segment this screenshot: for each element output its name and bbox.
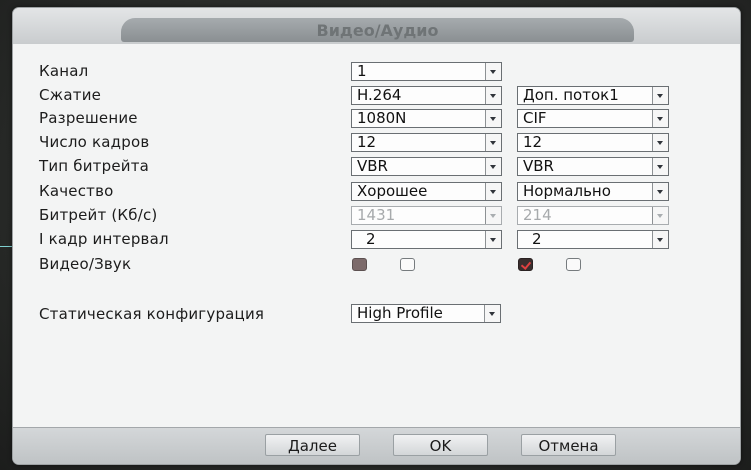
- static-config-value: High Profile: [357, 304, 443, 322]
- chevron-down-icon[interactable]: [485, 158, 501, 175]
- frame-rate-extra-value: 12: [523, 133, 543, 151]
- bitrate-extra-value: 214: [523, 206, 552, 224]
- bitrate-extra-select: 214: [517, 206, 669, 225]
- static-config-select[interactable]: High Profile: [351, 304, 501, 323]
- resolution-extra-value: CIF: [523, 109, 547, 127]
- quality-main-select[interactable]: Хорошее: [351, 182, 502, 201]
- bitrate-type-extra-value: VBR: [523, 157, 554, 175]
- screen: Видео/Аудио Канал 1 Сжатие H.264 Доп. по…: [0, 0, 751, 470]
- iframe-interval-label: I кадр интервал: [39, 230, 169, 248]
- compression-extra-value: Доп. поток1: [523, 86, 619, 104]
- chevron-down-icon[interactable]: [652, 134, 668, 151]
- bitrate-main-value: 1431: [357, 206, 396, 224]
- bitrate-type-label: Тип битрейта: [39, 157, 150, 175]
- chevron-down-icon[interactable]: [485, 110, 501, 127]
- cancel-button[interactable]: Отмена: [521, 434, 616, 456]
- dialog-title: Видео/Аудио: [316, 21, 439, 40]
- video-audio-dialog: Видео/Аудио Канал 1 Сжатие H.264 Доп. по…: [12, 7, 741, 465]
- chevron-down-icon[interactable]: [485, 134, 501, 151]
- resolution-main-value: 1080N: [357, 109, 407, 127]
- dialog-title-tab: Видео/Аудио: [121, 18, 634, 42]
- channel-label: Канал: [39, 62, 89, 80]
- iframe-interval-main-select[interactable]: 2: [351, 230, 502, 249]
- chevron-down-icon[interactable]: [652, 158, 668, 175]
- dialog-titlebar: Видео/Аудио: [13, 8, 740, 44]
- channel-value: 1: [357, 62, 367, 80]
- compression-main-value: H.264: [357, 86, 402, 104]
- extra-video-checkbox[interactable]: [518, 258, 533, 271]
- bitrate-type-extra-select[interactable]: VBR: [517, 157, 669, 176]
- chevron-down-icon[interactable]: [652, 231, 668, 248]
- iframe-interval-extra-value: 2: [532, 230, 542, 248]
- chevron-down-icon: [485, 207, 501, 224]
- resolution-label: Разрешение: [39, 109, 138, 127]
- chevron-down-icon[interactable]: [485, 63, 501, 80]
- resolution-extra-select[interactable]: CIF: [517, 109, 669, 128]
- ok-button[interactable]: OK: [393, 434, 488, 456]
- iframe-interval-main-value: 2: [366, 230, 376, 248]
- bitrate-type-main-value: VBR: [357, 157, 388, 175]
- main-video-checkbox[interactable]: [352, 258, 367, 271]
- quality-extra-value: Нормально: [523, 182, 611, 200]
- compression-main-select[interactable]: H.264: [351, 86, 502, 105]
- chevron-down-icon[interactable]: [652, 87, 668, 104]
- chevron-down-icon[interactable]: [652, 110, 668, 127]
- bitrate-main-select: 1431: [351, 206, 502, 225]
- chevron-down-icon[interactable]: [652, 183, 668, 200]
- frame-rate-label: Число кадров: [39, 133, 150, 151]
- compression-label: Сжатие: [39, 86, 102, 104]
- bitrate-label: Битрейт (Кб/с): [39, 206, 158, 224]
- compression-extra-select[interactable]: Доп. поток1: [517, 86, 669, 105]
- quality-label: Качество: [39, 182, 114, 200]
- chevron-down-icon[interactable]: [485, 183, 501, 200]
- chevron-down-icon[interactable]: [485, 87, 501, 104]
- chevron-down-icon: [652, 207, 668, 224]
- resolution-main-select[interactable]: 1080N: [351, 109, 502, 128]
- static-config-label: Статическая конфигурация: [39, 305, 265, 323]
- quality-main-value: Хорошее: [357, 182, 428, 200]
- iframe-interval-extra-select[interactable]: 2: [517, 230, 669, 249]
- chevron-down-icon[interactable]: [485, 231, 501, 248]
- channel-select[interactable]: 1: [351, 62, 502, 81]
- video-audio-label: Видео/Звук: [39, 255, 132, 273]
- quality-extra-select[interactable]: Нормально: [517, 182, 669, 201]
- frame-rate-main-value: 12: [357, 133, 377, 151]
- frame-rate-extra-select[interactable]: 12: [517, 133, 669, 152]
- bitrate-type-main-select[interactable]: VBR: [351, 157, 502, 176]
- dialog-footer: Далее OK Отмена: [13, 427, 740, 464]
- chevron-down-icon[interactable]: [484, 305, 500, 322]
- extra-audio-checkbox[interactable]: [566, 258, 581, 271]
- next-button[interactable]: Далее: [265, 434, 360, 456]
- main-audio-checkbox[interactable]: [400, 258, 415, 271]
- frame-rate-main-select[interactable]: 12: [351, 133, 502, 152]
